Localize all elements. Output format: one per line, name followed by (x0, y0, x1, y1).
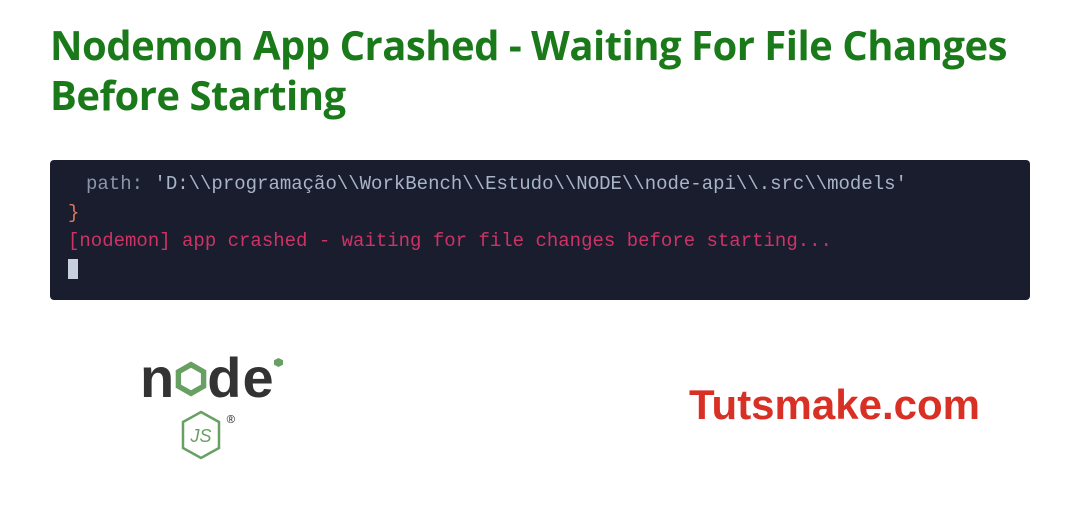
cursor-icon (68, 259, 78, 279)
terminal-error-message: [nodemon] app crashed - waiting for file… (68, 227, 1012, 256)
nodejs-wordmark: nde (140, 350, 275, 406)
terminal-cursor-line (68, 256, 1012, 285)
terminal-closing-brace: } (68, 199, 1012, 228)
terminal-output: path: 'D:\\programação\\WorkBench\\Estud… (50, 160, 1030, 300)
node-letter-e: e (242, 346, 274, 409)
terminal-line-path: path: 'D:\\programação\\WorkBench\\Estud… (68, 170, 1012, 199)
nodejs-hex-badge: JS ® (179, 410, 235, 460)
node-letter-d: d (207, 346, 242, 409)
trademark-icon: ® (226, 412, 235, 427)
page-title: Nodemon App Crashed - Waiting For File C… (50, 20, 1030, 120)
node-hex-o-icon (173, 361, 209, 397)
terminal-path-key: path: (68, 173, 143, 195)
svg-text:JS: JS (190, 426, 212, 446)
node-letter-n: n (140, 346, 175, 409)
footer-row: nde JS ® Tutsmake.com (50, 350, 1030, 460)
node-green-dot-icon (274, 358, 283, 367)
terminal-path-value: 'D:\\programação\\WorkBench\\Estudo\\NOD… (154, 173, 907, 195)
brand-name: Tutsmake.com (689, 381, 980, 429)
nodejs-hexagon-icon: JS (179, 410, 223, 460)
nodejs-logo: nde JS ® (140, 350, 275, 460)
